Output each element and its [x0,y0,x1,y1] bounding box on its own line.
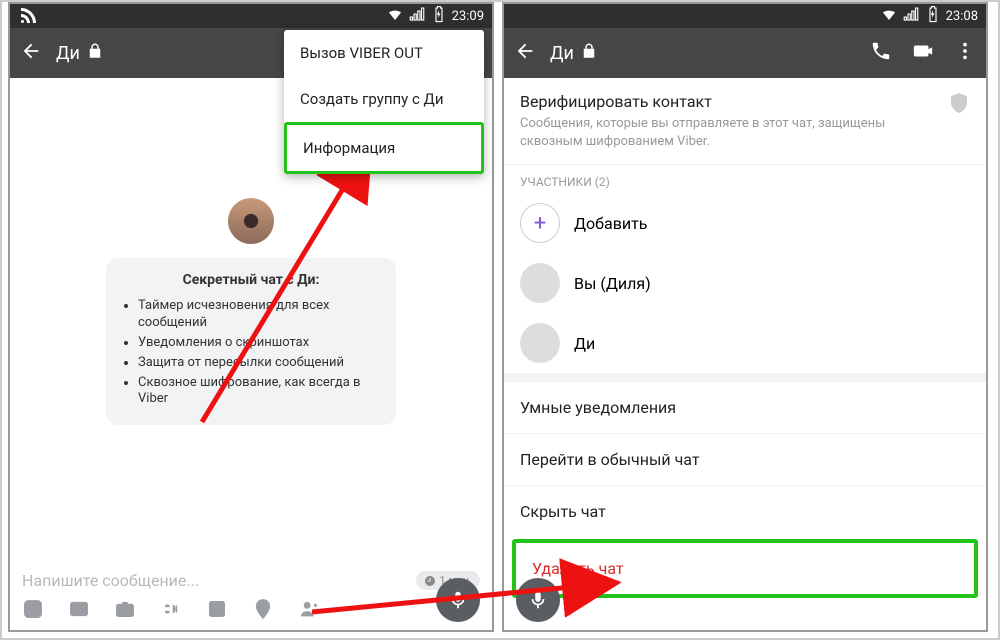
battery-icon [924,5,942,27]
sticker-icon[interactable] [22,598,44,624]
avatar [520,323,560,363]
lock-icon [580,42,598,65]
verify-subtitle: Сообщения, которые вы отправляете в этот… [520,115,938,150]
member-name: Вы (Диля) [574,274,651,293]
add-label: Добавить [574,214,647,233]
info-toolbar: Ди [504,28,986,78]
battery-icon [430,5,448,27]
plus-icon: + [520,203,560,243]
wifi-icon [386,5,404,27]
avatar [520,263,560,303]
attach-row [10,598,492,624]
opt-hide-chat[interactable]: Скрыть чат [504,485,986,537]
menu-create-group[interactable]: Создать группу с Ди [284,76,484,122]
signal-icon [902,5,920,27]
menu-viber-out[interactable]: Вызов VIBER OUT [284,30,484,76]
card-bullet: Таймер исчезновения для всех сообщений [138,298,380,332]
phone-right: 23:08 Ди Верифицировать контакт Сообщени… [502,2,988,632]
verify-contact[interactable]: Верифицировать контакт [520,92,938,111]
gif-icon[interactable] [160,598,182,624]
shield-icon [948,92,970,118]
add-participant[interactable]: + Добавить [504,193,986,253]
member-row[interactable]: Ди [504,313,986,373]
call-icon[interactable] [870,40,892,66]
phone-left: 23:09 Ди Вызов VIBER OUT Создать группу … [8,2,494,632]
divider [504,373,986,381]
location-icon[interactable] [252,598,274,624]
wifi-icon [880,5,898,27]
message-input[interactable]: Напишите сообщение... [22,571,408,590]
context-menu: Вызов VIBER OUT Создать группу с Ди Инфо… [284,30,484,174]
camera-icon[interactable] [114,598,136,624]
gallery-icon[interactable] [68,598,90,624]
more-icon[interactable] [954,40,976,66]
card-bullet: Сквозное шифрование, как всегда в Viber [138,375,380,409]
status-bar: 23:09 [10,4,492,28]
rss-icon [18,5,36,27]
back-icon[interactable] [20,40,42,66]
share-contact-icon[interactable] [298,598,320,624]
lock-icon [86,42,104,65]
info-title: Ди [550,43,574,64]
signal-icon [408,5,426,27]
chat-title: Ди [56,43,80,64]
status-time: 23:09 [452,9,484,24]
status-bar: 23:08 [504,4,986,28]
doodle-icon[interactable] [206,598,228,624]
mic-button[interactable] [436,578,480,622]
mic-button[interactable] [516,578,560,622]
secret-chat-card: Секретный чат с Ди: Таймер исчезновения … [106,258,396,425]
video-icon[interactable] [912,40,934,66]
member-name: Ди [574,334,595,353]
opt-switch-regular[interactable]: Перейти в обычный чат [504,433,986,485]
member-row[interactable]: Вы (Диля) [504,253,986,313]
menu-info[interactable]: Информация [284,122,484,174]
card-bullet: Уведомления о скриншотах [138,335,380,352]
card-bullet: Защита от пересылки сообщений [138,355,380,372]
opt-smart-notifications[interactable]: Умные уведомления [504,381,986,433]
opt-delete-chat[interactable]: Удалить чат [512,539,978,598]
compose-row: Напишите сообщение... 1 мин. [10,571,492,590]
card-title: Секретный чат с Ди: [122,272,380,288]
back-icon[interactable] [514,40,536,66]
status-time: 23:08 [946,9,978,24]
info-body: Верифицировать контакт Сообщения, которы… [504,78,986,598]
participants-label: УЧАСТНИКИ (2) [504,165,986,193]
contact-avatar [228,198,274,244]
